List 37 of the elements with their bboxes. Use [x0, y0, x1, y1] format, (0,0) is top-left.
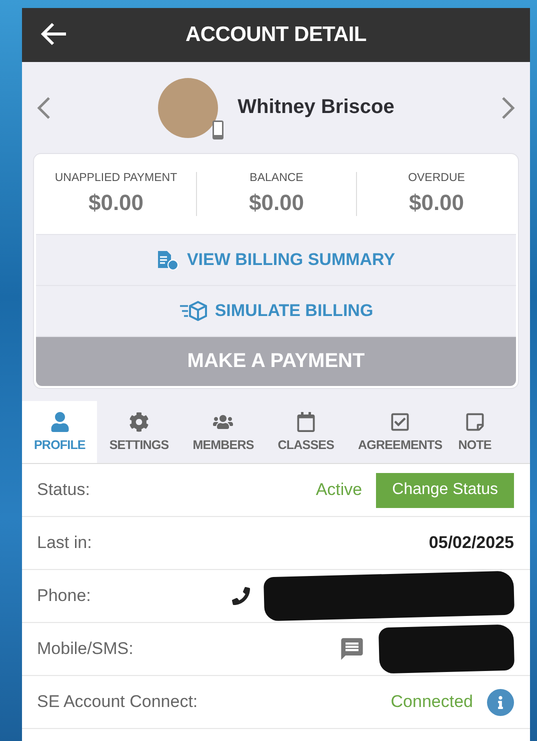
change-status-button[interactable]: Change Status: [376, 472, 514, 508]
stat-label: OVERDUE: [408, 172, 465, 184]
info-icon[interactable]: [487, 688, 514, 716]
tab[interactable]: PROFILE: [22, 401, 98, 463]
member-name: Whitney Briscoe: [238, 96, 394, 119]
checklist-icon: [390, 412, 410, 432]
stat-label: BALANCE: [250, 172, 304, 184]
message-icon[interactable]: [339, 636, 365, 662]
tab[interactable]: CLASSES: [266, 401, 346, 463]
screen-title: ACCOUNT DETAIL: [186, 23, 366, 47]
stat-value: $0.00: [408, 190, 464, 216]
stat-value: $0.00: [248, 190, 304, 216]
tab[interactable]: NOTE: [454, 401, 494, 463]
field-label: Mobile/SMS:: [37, 639, 134, 659]
mobile-device-icon: [212, 120, 224, 140]
field-label: Status:: [37, 480, 90, 500]
cube-icon: [178, 301, 207, 321]
person-icon: [50, 412, 70, 432]
people-icon: [213, 412, 234, 432]
tab[interactable]: SETTINGS: [97, 401, 181, 463]
calendar-icon: [296, 412, 316, 432]
field-label: Phone:: [37, 586, 91, 606]
tab[interactable]: MEMBERS: [180, 401, 266, 463]
last-in-value: 05/02/2025: [428, 533, 514, 553]
stat-label: UNAPPLIED PAYMENT: [54, 172, 178, 184]
phone-icon: [232, 587, 250, 605]
connect-status: Connected: [390, 692, 473, 712]
note-icon: [464, 412, 485, 432]
field-label: SE Account Connect:: [37, 692, 198, 712]
gear-icon: [129, 412, 150, 432]
stat-value: $0.00: [88, 190, 144, 216]
status-value: Active: [316, 480, 362, 500]
tab[interactable]: AGREEMENTS: [346, 401, 454, 463]
billing-action-button[interactable]: VIEW BILLING SUMMARY: [36, 234, 516, 285]
back-arrow-icon[interactable]: [40, 20, 68, 48]
field-label: Last in:: [37, 533, 92, 553]
billing-action-button[interactable]: SIMULATE BILLING: [36, 285, 516, 336]
